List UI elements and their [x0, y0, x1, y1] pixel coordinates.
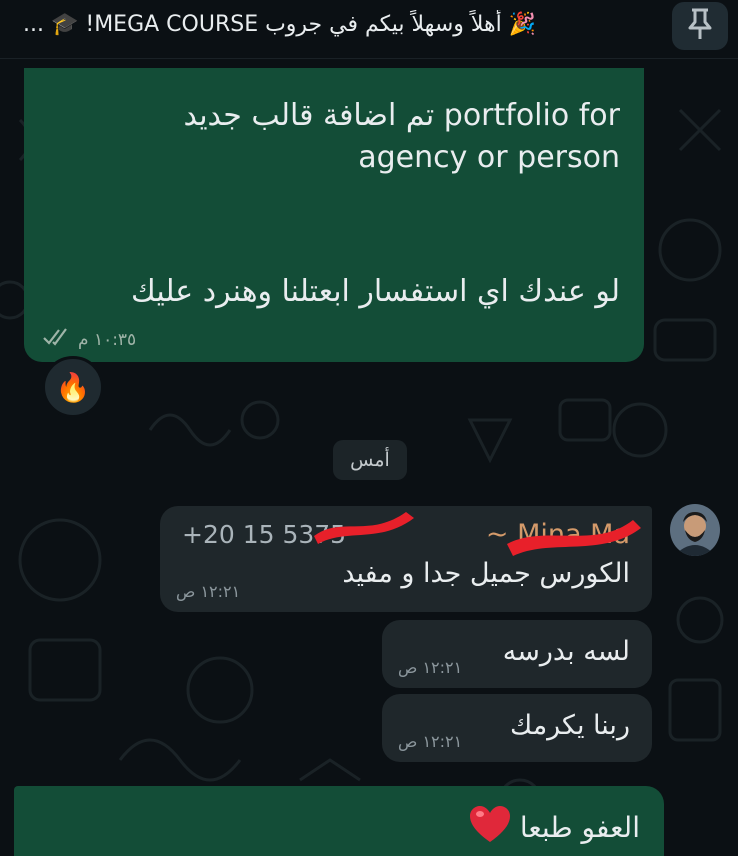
date-separator: أمس: [333, 440, 407, 480]
reaction-badge[interactable]: 🔥: [42, 356, 104, 418]
message-text: الكورس جميل جدا و مفيد: [342, 558, 630, 589]
message-text: العفو طبعا: [519, 811, 640, 844]
pinned-message-text[interactable]: 🎉 أهلاً وسهلاً بيكم في جروب MEGA COURSE!…: [23, 10, 623, 40]
message-text: ربنا يكرمك: [509, 710, 630, 741]
message-content: العفو طبعا: [468, 804, 640, 851]
message-time: ١٢:٢١ ص: [176, 582, 241, 601]
outgoing-message-bubble[interactable]: تم اضافة قالب جديد portfolio for agency …: [24, 68, 644, 362]
incoming-message-bubble[interactable]: لسه بدرسه ١٢:٢١ ص: [382, 620, 652, 688]
redaction-mark: [314, 512, 414, 544]
outgoing-message-bubble[interactable]: العفو طبعا: [14, 786, 664, 856]
message-text-line: agency or person: [358, 140, 620, 175]
message-time: ١٢:٢١ ص: [398, 658, 463, 677]
message-meta: ١٠:٣٥ م: [42, 328, 136, 351]
message-text: لسه بدرسه: [502, 636, 630, 667]
pin-icon: [687, 7, 713, 45]
redaction-mark: [507, 520, 641, 556]
fire-emoji: 🔥: [55, 370, 91, 404]
pinned-message-bar[interactable]: 🎉 أهلاً وسهلاً بيكم في جروب MEGA COURSE!…: [0, 0, 738, 59]
incoming-message-bubble[interactable]: ربنا يكرمك ١٢:٢١ ص: [382, 694, 652, 762]
message-text-line: تم اضافة قالب جديد portfolio for: [183, 98, 620, 133]
heart-emoji: [468, 804, 512, 851]
pin-button[interactable]: [672, 2, 728, 50]
message-time: ١٢:٢١ ص: [398, 732, 463, 751]
message-time: ١٠:٣٥ م: [78, 329, 137, 350]
sender-avatar[interactable]: [670, 504, 720, 556]
double-check-icon: [42, 328, 72, 351]
message-text-line: لو عندك اي استفسار ابعتلنا وهنرد عليك: [131, 274, 620, 309]
